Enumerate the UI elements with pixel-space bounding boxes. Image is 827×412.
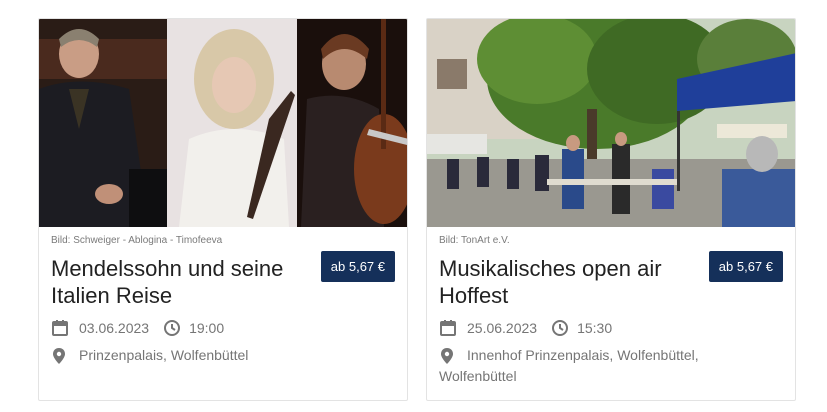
event-date: 03.06.2023 <box>79 320 150 336</box>
event-location: Innenhof Prinzenpalais, Wolfenbüttel, Wo… <box>439 345 739 387</box>
clock-icon <box>552 320 569 336</box>
event-card-hoffest[interactable]: Bild: TonArt e.V. Musikalisches open air… <box>426 18 796 401</box>
event-date: 25.06.2023 <box>467 320 538 336</box>
event-image-courtyard[interactable] <box>427 19 795 227</box>
image-credit: Bild: TonArt e.V. <box>439 235 510 246</box>
event-title[interactable]: Mendelssohn und seine Italien Reise <box>51 255 299 309</box>
event-card-mendelssohn[interactable]: Bild: Schweiger - Ablogina - Timofeeva M… <box>38 18 408 401</box>
clock-icon <box>164 320 181 336</box>
price-button[interactable]: ab 5,67 € <box>320 251 395 282</box>
location-text: Prinzenpalais, Wolfenbüttel <box>79 347 249 363</box>
event-title[interactable]: Musikalisches open air Hoffest <box>439 255 687 309</box>
image-credit: Bild: Schweiger - Ablogina - Timofeeva <box>51 235 223 246</box>
price-button[interactable]: ab 5,67 € <box>708 251 783 282</box>
event-time: 15:30 <box>577 320 613 336</box>
event-location: Prinzenpalais, Wolfenbüttel <box>51 345 351 366</box>
event-image-musicians[interactable] <box>39 19 407 227</box>
map-pin-icon <box>53 348 65 364</box>
calendar-icon <box>440 320 456 336</box>
event-datetime: 03.06.2023 19:00 <box>51 319 224 337</box>
event-time: 19:00 <box>189 320 225 336</box>
map-pin-icon <box>441 348 453 364</box>
location-line-2: Wolfenbüttel <box>439 368 517 384</box>
event-datetime: 25.06.2023 15:30 <box>439 319 612 337</box>
calendar-icon <box>52 320 68 336</box>
location-line-1: Innenhof Prinzenpalais, Wolfenbüttel, <box>467 347 699 363</box>
